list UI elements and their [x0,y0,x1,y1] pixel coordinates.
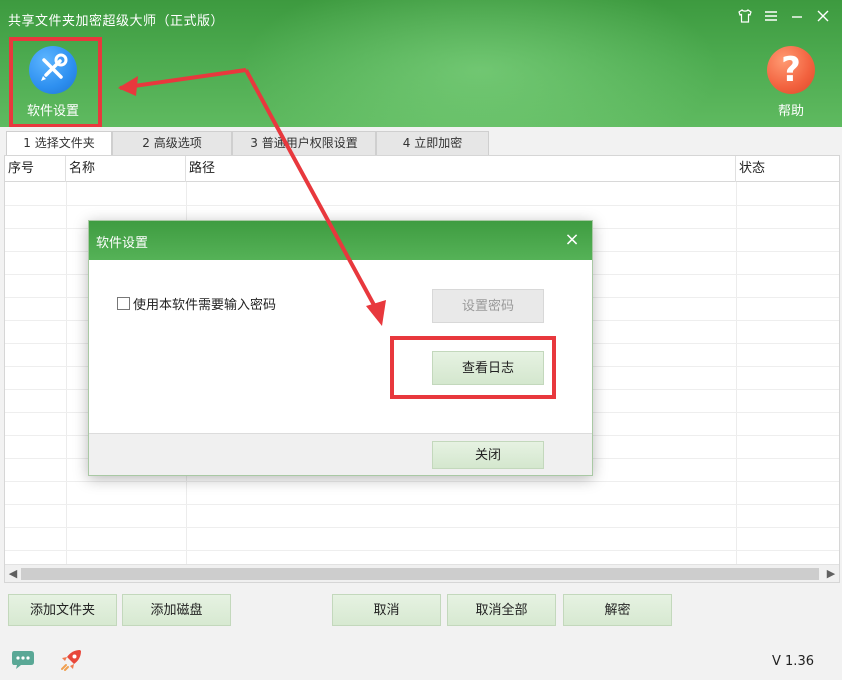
scrollbar-thumb[interactable] [21,568,819,580]
table-row [5,527,839,528]
cancel-button[interactable]: 取消 [332,594,441,626]
help-label: 帮助 [777,104,804,119]
highlight-settings-box [9,37,102,128]
tab-encrypt-now[interactable]: 4 立即加密 [376,131,489,155]
column-header-name[interactable]: 名称 [66,156,186,182]
minimize-icon[interactable] [786,8,808,29]
column-header-index[interactable]: 序号 [5,156,66,182]
require-password-label[interactable]: 使用本软件需要输入密码 [133,294,276,313]
tab-select-folder[interactable]: 1 选择文件夹 [6,131,112,156]
add-folder-button[interactable]: 添加文件夹 [8,594,117,626]
title-bar: 共享文件夹加密超级大师（正式版） 软件设置 ? 帮助 [0,0,842,127]
skin-icon[interactable] [734,8,756,29]
scroll-left-icon[interactable]: ◀ [5,565,21,582]
header-glow [220,0,740,127]
table-row [5,205,839,206]
app-title: 共享文件夹加密超级大师（正式版） [8,14,225,29]
require-password-checkbox[interactable] [117,297,130,310]
column-header-path[interactable]: 路径 [186,156,736,182]
close-icon[interactable] [812,8,834,29]
dialog-title-bar: 软件设置 × [89,221,592,260]
set-password-button[interactable]: 设置密码 [432,289,544,323]
table-row [5,550,839,551]
highlight-view-log-box [390,336,556,399]
dialog-title: 软件设置 [96,236,149,251]
tab-advanced-options[interactable]: 2 高级选项 [112,131,232,155]
version-label: V 1.36 [772,654,814,669]
status-bar: V 1.36 [0,640,842,680]
menu-icon[interactable] [760,8,782,29]
tab-user-permissions[interactable]: 3 普通用户权限设置 [232,131,376,155]
dialog-footer: 关闭 [89,433,592,475]
dialog-close-button[interactable]: 关闭 [432,441,544,469]
dialog-close-icon[interactable]: × [562,229,582,251]
help-button[interactable]: ? 帮助 [751,46,831,119]
column-divider [66,182,67,566]
rocket-icon[interactable] [58,647,84,677]
chat-icon[interactable] [11,648,37,676]
column-divider [736,182,737,566]
table-header: 序号 名称 路径 状态 [5,156,839,182]
cancel-all-button[interactable]: 取消全部 [447,594,556,626]
decrypt-button[interactable]: 解密 [563,594,672,626]
add-disk-button[interactable]: 添加磁盘 [122,594,231,626]
tab-bar: 1 选择文件夹 2 高级选项 3 普通用户权限设置 4 立即加密 [0,127,842,156]
column-header-status[interactable]: 状态 [736,156,839,182]
scroll-right-icon[interactable]: ▶ [823,565,839,582]
table-row [5,481,839,482]
table-row [5,504,839,505]
question-mark-icon: ? [767,46,815,94]
horizontal-scrollbar[interactable]: ◀ ▶ [5,564,839,582]
